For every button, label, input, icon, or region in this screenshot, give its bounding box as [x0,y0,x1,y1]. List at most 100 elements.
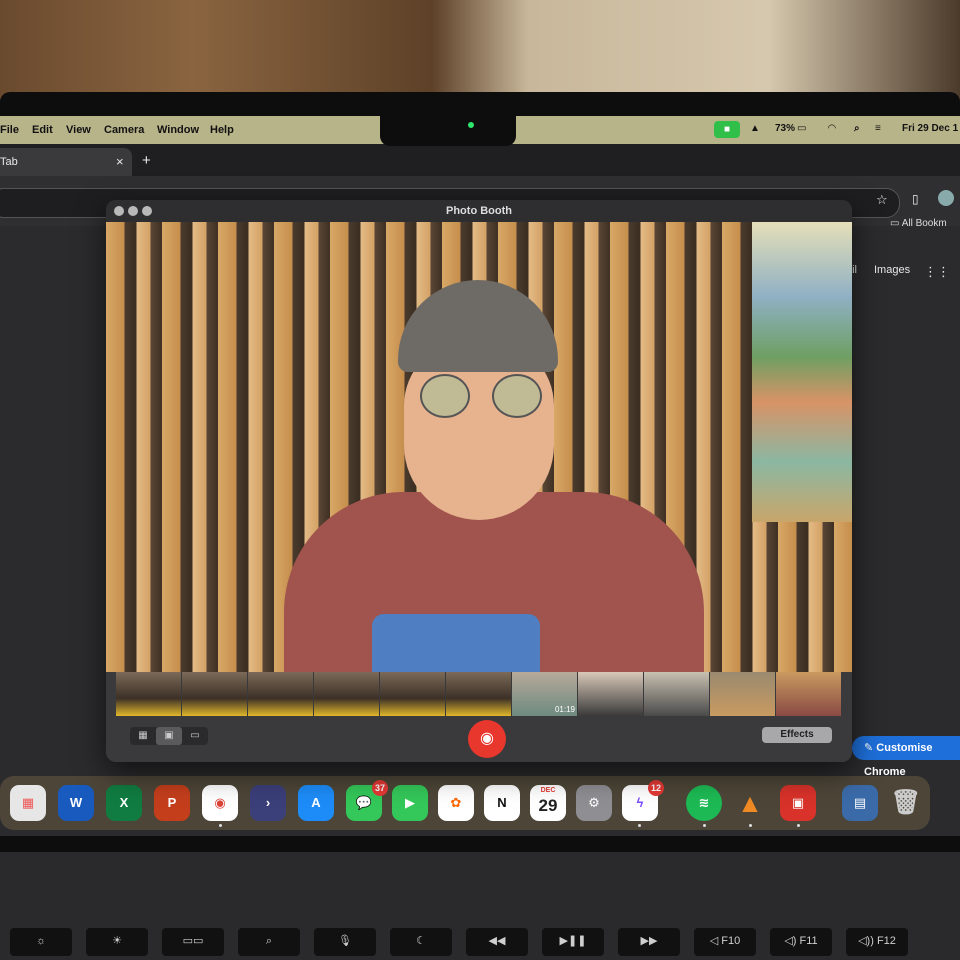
calendar-icon[interactable]: DEC 29 [530,785,566,821]
powerpoint-icon[interactable]: P [154,785,190,821]
apps-grid-icon[interactable]: ⋮⋮ [924,264,950,280]
facetime-icon[interactable]: ▶ [392,785,428,821]
tab-close-icon[interactable]: × [116,154,124,169]
notion-icon[interactable]: N [484,785,520,821]
battery-icon[interactable]: ▭ [797,123,806,134]
volume-down-key[interactable]: ◁) F11 [770,928,832,956]
fast-forward-key[interactable]: ▶▶ [618,928,680,956]
messenger-icon[interactable]: ϟ 12 [622,780,664,821]
play-pause-key[interactable]: ▶❚❚ [542,928,604,956]
f10-label: F10 [721,935,741,947]
window-titlebar[interactable]: Photo Booth [106,200,852,222]
function-key-row: ☼ ☀ ▭▭ ⌕ 🎙 ☾ ◀◀ ▶❚❚ ▶▶ ◁ F10 ◁) F11 ◁)) … [0,928,960,958]
photo-thumbnail[interactable] [446,672,511,716]
brightness-down-key[interactable]: ☼ [10,928,72,956]
all-bookmarks-link[interactable]: All Bookm [902,218,947,229]
photo-thumbnail[interactable] [710,672,775,716]
spotlight-key[interactable]: ⌕ [238,928,300,956]
camera-active-light [468,122,474,128]
person-cap [398,280,558,372]
photo-booth-icon[interactable]: ▣ [780,785,816,821]
photos-icon[interactable]: ✿ [438,785,474,821]
photo-thumbnail[interactable] [644,672,709,716]
app-store-icon[interactable]: A [298,785,334,821]
terminal-icon[interactable]: › [250,785,286,821]
menubar-clock[interactable]: Fri 29 Dec 1 [902,123,958,134]
f12-label: F12 [876,935,896,947]
spotify-icon[interactable]: ≋ [686,785,722,821]
wifi-icon[interactable]: ◠ [828,123,836,134]
running-indicator [797,824,800,827]
tab-title: Tab [0,156,18,168]
single-photo-mode-icon[interactable]: ▣ [156,727,182,745]
volume-down-icon: ◁) [784,935,800,947]
photo-thumbnail[interactable] [116,672,181,716]
close-window-button[interactable] [114,206,124,216]
video-mode-icon[interactable]: ▭ [182,727,208,745]
photo-thumbnail[interactable] [776,672,841,716]
vlc-icon[interactable]: ▲ [732,785,768,821]
photo-thumbnail[interactable] [578,672,643,716]
phone-in-hand [372,614,540,672]
system-settings-icon[interactable]: ⚙ [576,785,612,821]
camera-notch [380,116,516,146]
running-indicator [638,824,641,827]
messages-icon[interactable]: 💬 37 [346,780,388,821]
messages-badge: 37 [372,780,388,796]
word-icon[interactable]: W [58,785,94,821]
do-not-disturb-key[interactable]: ☾ [390,928,452,956]
menu-help[interactable]: Help [210,124,234,136]
chrome-icon[interactable]: ◉ [202,785,238,821]
customise-chrome-button[interactable]: ✎ Customise Chrome [852,736,960,778]
photo-booth-window: Photo Booth 01:19 ▦ ▣ ▭ ◉ Effects [106,200,852,762]
bookmarks-bar: ▭ All Bookm [890,218,947,229]
mute-key[interactable]: ◁ F10 [694,928,756,956]
menu-window[interactable]: Window [157,124,199,136]
running-indicator [749,824,752,827]
mission-control-key[interactable]: ▭▭ [162,928,224,956]
vlc-menu-icon[interactable]: ▲ [750,123,760,134]
photo-booth-controls: ▦ ▣ ▭ ◉ Effects [106,716,852,762]
menu-edit[interactable]: Edit [32,124,53,136]
bookmark-star-icon[interactable]: ☆ [876,192,888,208]
running-indicator [703,824,706,827]
pencil-icon: ✎ [864,742,877,754]
minimize-window-button[interactable] [128,206,138,216]
video-thumbnail[interactable]: 01:19 [512,672,577,716]
menu-camera[interactable]: Camera [104,124,144,136]
rewind-key[interactable]: ◀◀ [466,928,528,956]
browser-tab[interactable]: Tab × [0,148,132,176]
f11-label: F11 [799,935,818,947]
photo-thumbnail[interactable] [314,672,379,716]
camera-icon: ◉ [480,730,494,747]
photo-thumbnail[interactable] [248,672,313,716]
calendar-month: DEC [540,787,556,794]
side-panel-icon[interactable]: ▯ [912,192,919,206]
excel-icon[interactable]: X [106,785,142,821]
volume-up-key[interactable]: ◁)) F12 [846,928,908,956]
zoom-window-button[interactable] [142,206,152,216]
search-icon[interactable]: ⌕ [854,123,860,134]
launchpad-icon[interactable]: ▦ [10,785,46,821]
four-up-mode-icon[interactable]: ▦ [130,727,156,745]
camera-preview [106,222,852,672]
downloads-stack-icon[interactable]: ▤ [842,785,878,821]
menu-file[interactable]: File [0,124,19,136]
dictation-key[interactable]: 🎙 [314,928,376,956]
new-tab-button[interactable]: + [142,152,151,169]
video-duration: 01:19 [554,705,575,714]
mute-icon: ◁ [709,935,722,947]
profile-avatar[interactable] [938,190,954,206]
dock: ▦ W X P ◉ › A 💬 37 ▶ ✿ N DEC 29 ⚙ ϟ 12 ≋… [0,776,930,830]
shutter-button[interactable]: ◉ [468,720,506,758]
battery-percent[interactable]: 73% [775,123,795,134]
brightness-up-key[interactable]: ☀ [86,928,148,956]
images-link[interactable]: Images [874,264,910,276]
control-center-icon[interactable]: ≡ [875,123,881,134]
menu-view[interactable]: View [66,124,91,136]
photo-thumbnail[interactable] [380,672,445,716]
photo-thumbnail[interactable] [182,672,247,716]
effects-button[interactable]: Effects [762,727,832,743]
trash-icon[interactable]: 🗑 [888,785,924,821]
camera-in-use-icon[interactable]: ■ [714,121,740,138]
